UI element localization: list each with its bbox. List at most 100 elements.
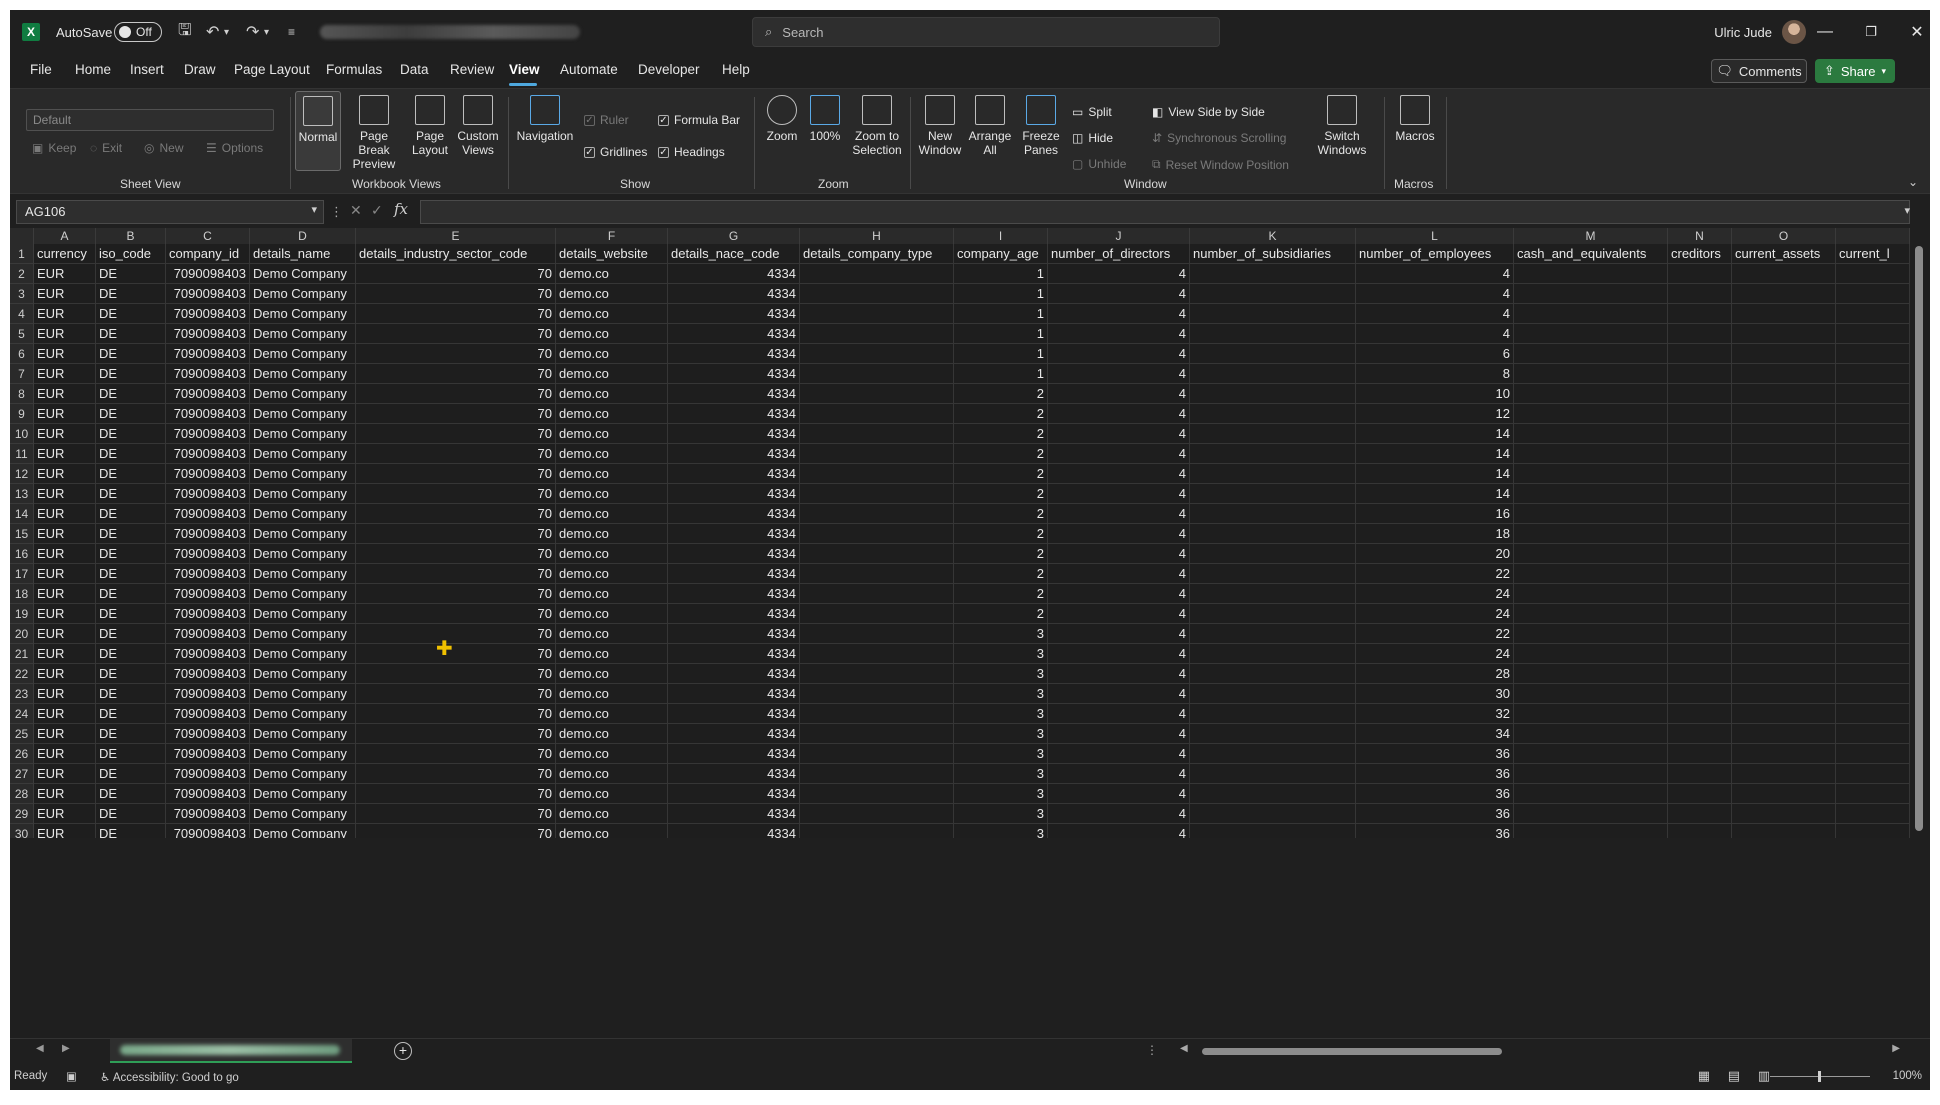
subsidiaries-cell[interactable] xyxy=(1190,424,1356,444)
page-break-icon[interactable]: ▥ xyxy=(1758,1068,1770,1084)
company-age-cell[interactable]: 2 xyxy=(954,464,1048,484)
empty-cell[interactable] xyxy=(1668,804,1732,824)
currency-cell[interactable]: EUR xyxy=(34,724,96,744)
iso-code-cell[interactable]: DE xyxy=(96,684,166,704)
company-age-cell[interactable]: 2 xyxy=(954,584,1048,604)
empty-cell[interactable] xyxy=(1514,324,1668,344)
iso-code-cell[interactable]: DE xyxy=(96,784,166,804)
header-cell[interactable]: details_nace_code xyxy=(668,244,800,264)
empty-cell[interactable] xyxy=(1514,404,1668,424)
company-type-cell[interactable] xyxy=(800,304,954,324)
empty-cell[interactable] xyxy=(1836,524,1910,544)
scroll-left-icon[interactable]: ◀ xyxy=(1180,1043,1188,1054)
website-cell[interactable]: demo.co xyxy=(556,384,668,404)
accessibility-status[interactable]: ♿ Accessibility: Good to go xyxy=(100,1070,239,1084)
company-age-cell[interactable]: 2 xyxy=(954,604,1048,624)
column-header[interactable]: G xyxy=(668,228,800,244)
sector-code-cell[interactable]: 70 xyxy=(356,384,556,404)
scroll-right-icon[interactable]: ▶ xyxy=(1892,1043,1900,1054)
nace-code-cell[interactable]: 4334 xyxy=(668,544,800,564)
currency-cell[interactable]: EUR xyxy=(34,384,96,404)
website-cell[interactable]: demo.co xyxy=(556,764,668,784)
company-id-cell[interactable]: 7090098403 xyxy=(166,524,250,544)
company-type-cell[interactable] xyxy=(800,284,954,304)
row-header[interactable]: 8 xyxy=(10,384,34,404)
employees-cell[interactable]: 22 xyxy=(1356,564,1514,584)
subsidiaries-cell[interactable] xyxy=(1190,824,1356,838)
currency-cell[interactable]: EUR xyxy=(34,584,96,604)
empty-cell[interactable] xyxy=(1668,544,1732,564)
formula-input[interactable] xyxy=(420,200,1910,224)
company-id-cell[interactable]: 7090098403 xyxy=(166,364,250,384)
company-type-cell[interactable] xyxy=(800,544,954,564)
iso-code-cell[interactable]: DE xyxy=(96,264,166,284)
row-header[interactable]: 17 xyxy=(10,564,34,584)
sector-code-cell[interactable]: 70 xyxy=(356,584,556,604)
nace-code-cell[interactable]: 4334 xyxy=(668,484,800,504)
empty-cell[interactable] xyxy=(1732,584,1836,604)
empty-cell[interactable] xyxy=(1836,304,1910,324)
save-icon[interactable]: 🖫 xyxy=(178,10,192,54)
empty-cell[interactable] xyxy=(1732,704,1836,724)
directors-cell[interactable]: 4 xyxy=(1048,764,1190,784)
nace-code-cell[interactable]: 4334 xyxy=(668,644,800,664)
sector-code-cell[interactable]: 70 xyxy=(356,744,556,764)
website-cell[interactable]: demo.co xyxy=(556,404,668,424)
company-id-cell[interactable]: 7090098403 xyxy=(166,784,250,804)
employees-cell[interactable]: 12 xyxy=(1356,404,1514,424)
row-header[interactable]: 20 xyxy=(10,624,34,644)
website-cell[interactable]: demo.co xyxy=(556,304,668,324)
empty-cell[interactable] xyxy=(1732,564,1836,584)
freeze-panes-button[interactable]: Freeze Panes xyxy=(1016,95,1066,157)
employees-cell[interactable]: 24 xyxy=(1356,584,1514,604)
nace-code-cell[interactable]: 4334 xyxy=(668,744,800,764)
empty-cell[interactable] xyxy=(1732,804,1836,824)
empty-cell[interactable] xyxy=(1668,824,1732,838)
nace-code-cell[interactable]: 4334 xyxy=(668,584,800,604)
empty-cell[interactable] xyxy=(1514,264,1668,284)
employees-cell[interactable]: 14 xyxy=(1356,424,1514,444)
employees-cell[interactable]: 22 xyxy=(1356,624,1514,644)
empty-cell[interactable] xyxy=(1668,604,1732,624)
directors-cell[interactable]: 4 xyxy=(1048,644,1190,664)
empty-cell[interactable] xyxy=(1732,644,1836,664)
row-header[interactable]: 7 xyxy=(10,364,34,384)
currency-cell[interactable]: EUR xyxy=(34,684,96,704)
empty-cell[interactable] xyxy=(1668,264,1732,284)
company-id-cell[interactable]: 7090098403 xyxy=(166,384,250,404)
empty-cell[interactable] xyxy=(1514,684,1668,704)
website-cell[interactable]: demo.co xyxy=(556,704,668,724)
empty-cell[interactable] xyxy=(1836,764,1910,784)
website-cell[interactable]: demo.co xyxy=(556,364,668,384)
empty-cell[interactable] xyxy=(1668,744,1732,764)
company-id-cell[interactable]: 7090098403 xyxy=(166,584,250,604)
employees-cell[interactable]: 14 xyxy=(1356,464,1514,484)
directors-cell[interactable]: 4 xyxy=(1048,744,1190,764)
horizontal-scrollbar[interactable]: ◀ ▶ xyxy=(1180,1043,1900,1057)
company-type-cell[interactable] xyxy=(800,464,954,484)
empty-cell[interactable] xyxy=(1836,424,1910,444)
column-header[interactable]: I xyxy=(954,228,1048,244)
row-header[interactable]: 12 xyxy=(10,464,34,484)
sector-code-cell[interactable]: 70 xyxy=(356,264,556,284)
subsidiaries-cell[interactable] xyxy=(1190,664,1356,684)
iso-code-cell[interactable]: DE xyxy=(96,464,166,484)
zoom-slider[interactable] xyxy=(1770,1071,1870,1082)
details-name-cell[interactable]: Demo Company xyxy=(250,664,356,684)
employees-cell[interactable]: 36 xyxy=(1356,784,1514,804)
employees-cell[interactable]: 30 xyxy=(1356,684,1514,704)
nace-code-cell[interactable]: 4334 xyxy=(668,424,800,444)
nace-code-cell[interactable]: 4334 xyxy=(668,284,800,304)
spreadsheet-grid[interactable]: ABCDEFGHIJKLMNO 1 currency iso_code company… xyxy=(10,228,1910,838)
details-name-cell[interactable]: Demo Company xyxy=(250,784,356,804)
empty-cell[interactable] xyxy=(1732,324,1836,344)
empty-cell[interactable] xyxy=(1514,704,1668,724)
employees-cell[interactable]: 4 xyxy=(1356,264,1514,284)
company-age-cell[interactable]: 3 xyxy=(954,784,1048,804)
zoom-slider-knob[interactable] xyxy=(1818,1071,1821,1082)
employees-cell[interactable]: 36 xyxy=(1356,824,1514,838)
empty-cell[interactable] xyxy=(1668,404,1732,424)
iso-code-cell[interactable]: DE xyxy=(96,484,166,504)
empty-cell[interactable] xyxy=(1732,764,1836,784)
new-window-button[interactable]: New Window xyxy=(916,95,964,157)
